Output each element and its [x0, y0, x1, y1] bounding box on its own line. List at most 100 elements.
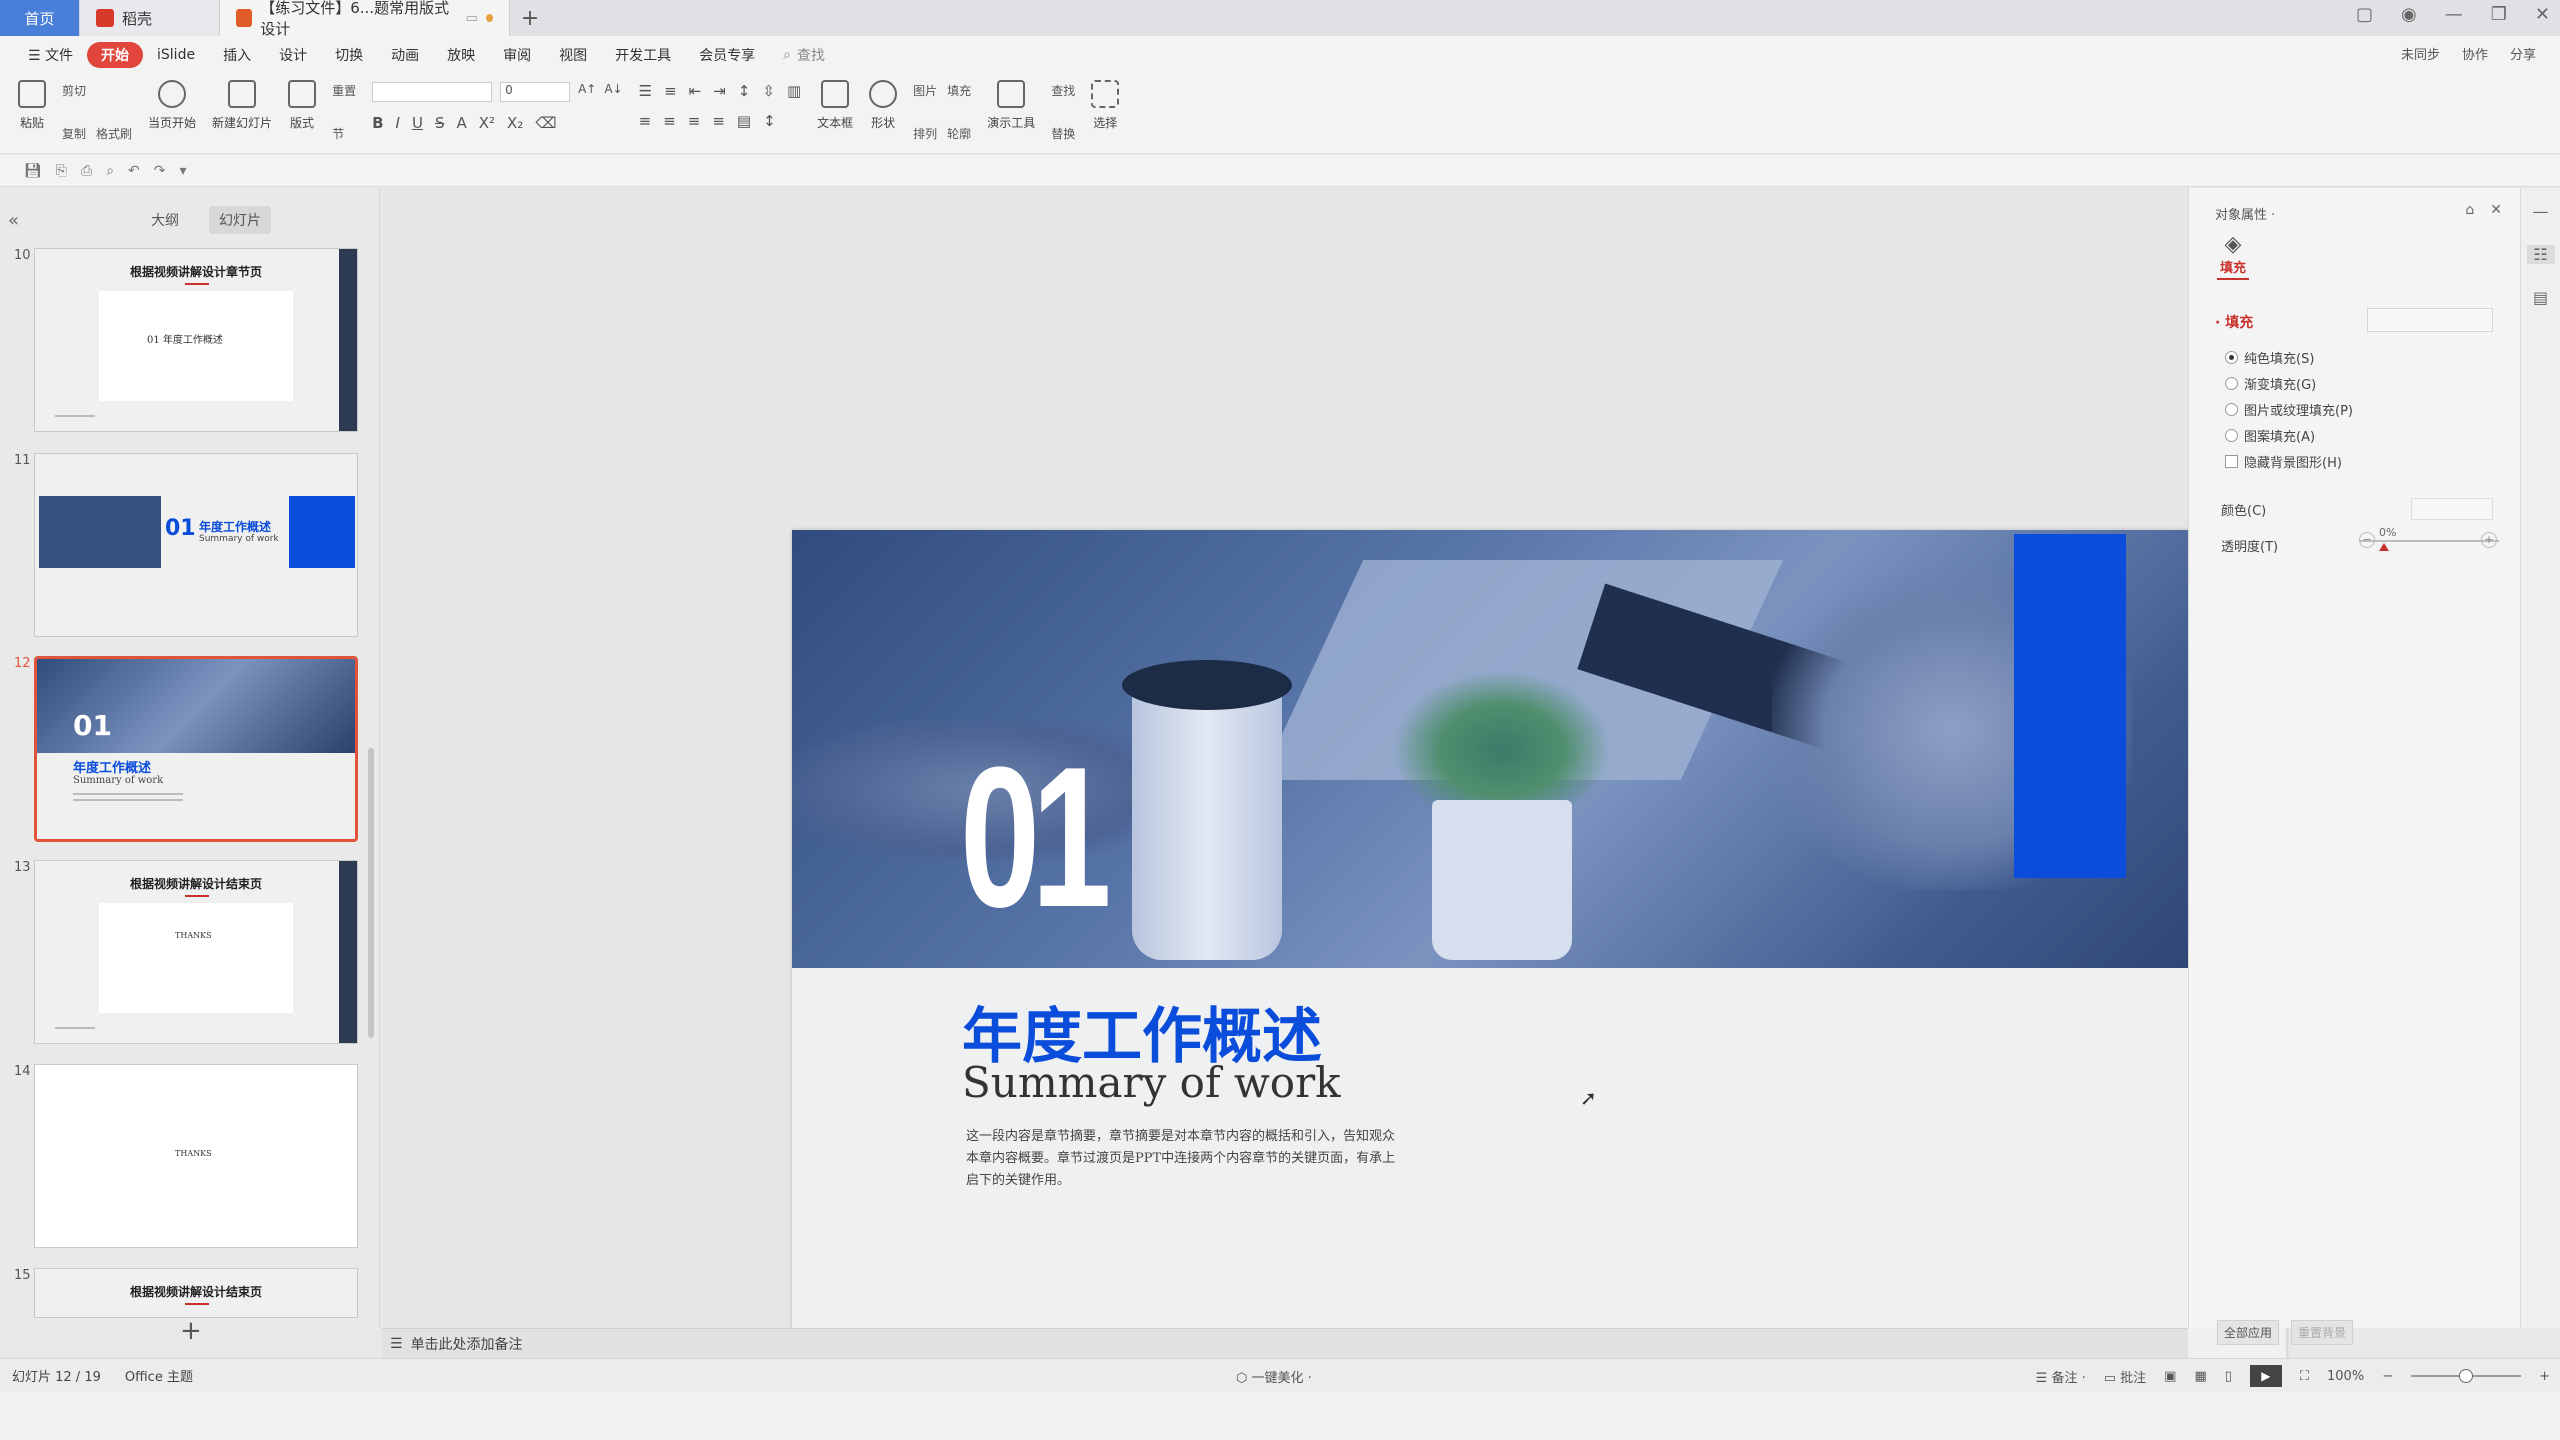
tab-document[interactable]: 【练习文件】6...题常用版式设计 ▭ — [220, 0, 510, 38]
animation-pane-icon[interactable]: ▤ — [2533, 288, 2548, 307]
justify-icon[interactable]: ≡ — [712, 112, 725, 130]
indent-increase-icon[interactable]: ⇥ — [713, 82, 726, 100]
minimize-icon[interactable]: — — [2445, 4, 2463, 25]
arrange-button[interactable]: 排列 — [913, 125, 937, 142]
bullets-icon[interactable]: ☰ — [639, 82, 652, 100]
section-button[interactable]: 节 — [332, 125, 344, 142]
transparency-slider[interactable] — [2359, 540, 2499, 542]
slide-thumbnail-15[interactable]: 根据视频讲解设计结束页 — [34, 1268, 358, 1318]
shape-button[interactable]: 形状 — [861, 74, 905, 153]
hide-bg-option[interactable]: 隐藏背景图形(H) — [2225, 452, 2342, 471]
export-pdf-icon[interactable]: ⎘ — [56, 163, 67, 179]
fill-button[interactable]: 填充 — [947, 82, 971, 99]
find-button[interactable]: 查找 — [1051, 82, 1075, 99]
distribute-icon[interactable]: ▤ — [737, 112, 751, 130]
panel-scrollbar[interactable] — [368, 748, 374, 1038]
align-left-icon[interactable]: ≡ — [639, 112, 652, 130]
new-tab-button[interactable]: + — [510, 0, 550, 36]
layout-button[interactable]: 版式 — [280, 74, 324, 153]
menu-home[interactable]: 开始 — [87, 42, 144, 68]
fit-window-icon[interactable]: ⛶ — [2300, 1369, 2309, 1384]
normal-view-icon[interactable]: ▣ — [2164, 1369, 2176, 1384]
format-painter-button[interactable]: 格式刷 — [96, 125, 132, 142]
solid-fill-option[interactable]: 纯色填充(S) — [2225, 348, 2314, 367]
radio-solid[interactable] — [2225, 351, 2238, 364]
reading-view-icon[interactable]: ▯ — [2225, 1369, 2232, 1384]
numbering-icon[interactable]: ≡ — [664, 82, 677, 100]
menu-file[interactable]: ☰ 文件 — [14, 42, 87, 68]
slide-thumbnail-11[interactable]: 01 年度工作概述 Summary of work — [34, 453, 358, 637]
radio-pattern[interactable] — [2225, 429, 2238, 442]
print-preview-icon[interactable]: ⌕ — [106, 163, 114, 179]
save-icon[interactable]: 💾︎ — [24, 163, 42, 179]
strikethrough-icon[interactable]: S — [435, 114, 445, 132]
theme-name[interactable]: Office 主题 — [125, 1366, 193, 1385]
menu-insert[interactable]: 插入 — [209, 42, 265, 68]
pin-icon[interactable]: ⌂ — [2465, 202, 2474, 218]
print-icon[interactable]: ⎙ — [81, 163, 92, 179]
italic-icon[interactable]: I — [396, 114, 400, 132]
notes-toggle-button[interactable]: ☰ 备注 · — [2036, 1367, 2086, 1386]
hide-bg-checkbox[interactable] — [2225, 455, 2238, 468]
collaborate-button[interactable]: 协作 — [2462, 44, 2488, 63]
menu-transition[interactable]: 切换 — [321, 42, 377, 68]
new-slide-button[interactable]: 新建幻灯片 — [204, 74, 280, 153]
gradient-fill-option[interactable]: 渐变填充(G) — [2225, 374, 2316, 393]
menu-member[interactable]: 会员专享 — [685, 42, 769, 68]
beautify-button[interactable]: ⬡ 一键美化 · — [1236, 1367, 1312, 1386]
menu-islide[interactable]: iSlide — [143, 42, 209, 68]
reset-background-button[interactable]: 重置背景 — [2291, 1320, 2354, 1345]
slide-thumbnail-10[interactable]: 根据视频讲解设计章节页 01 年度工作概述 — [34, 248, 358, 432]
subscript-icon[interactable]: X₂ — [507, 114, 523, 132]
transparency-slider-knob[interactable] — [2379, 543, 2389, 551]
restore-icon[interactable]: ❐ — [2491, 4, 2507, 25]
outline-button[interactable]: 轮廓 — [947, 125, 971, 142]
paste-button[interactable]: 粘贴 — [10, 74, 54, 153]
superscript-icon[interactable]: X² — [479, 114, 495, 132]
monitor-icon[interactable]: ▭ — [465, 11, 477, 26]
columns-icon[interactable]: ▥ — [787, 82, 801, 100]
close-icon[interactable]: ✕ — [2490, 202, 2502, 218]
zoom-in-button[interactable]: + — [2539, 1369, 2550, 1384]
menu-review[interactable]: 审阅 — [489, 42, 545, 68]
tab-slides[interactable]: 幻灯片 — [209, 206, 272, 234]
comments-button[interactable]: ▭ 批注 — [2104, 1367, 2146, 1386]
notes-bar[interactable]: ☰ 单击此处添加备注 — [382, 1328, 2188, 1358]
sync-button[interactable]: 未同步 — [2401, 44, 2440, 63]
avatar[interactable]: ◉ — [2401, 4, 2417, 25]
align-center-icon[interactable]: ≡ — [663, 112, 676, 130]
shrink-font-icon[interactable]: A↓ — [604, 82, 622, 102]
menu-search[interactable]: ⌕ 查找 — [769, 45, 825, 65]
add-slide-button[interactable]: + — [180, 1316, 202, 1346]
menu-view[interactable]: 视图 — [545, 42, 601, 68]
share-button[interactable]: 分享 — [2510, 44, 2536, 63]
tab-fill[interactable]: ◈ 填充 — [2217, 232, 2249, 280]
select-button[interactable]: 选择 — [1083, 74, 1127, 153]
grow-font-icon[interactable]: A↑ — [578, 82, 596, 102]
slide-thumbnail-14[interactable]: THANKS — [34, 1064, 358, 1248]
align-text-icon[interactable]: ⇳ — [762, 82, 775, 100]
menu-slideshow[interactable]: 放映 — [433, 42, 489, 68]
radio-picture[interactable] — [2225, 403, 2238, 416]
zoom-slider[interactable] — [2411, 1369, 2522, 1383]
font-size-select[interactable]: 0 — [500, 82, 571, 102]
customize-icon[interactable]: ▾ — [180, 163, 187, 179]
text-direction-icon[interactable]: ↕ — [738, 82, 751, 100]
slide-section-number[interactable]: 01 — [960, 738, 1112, 938]
offslide-blue-rectangle[interactable] — [2014, 534, 2126, 878]
reset-button[interactable]: 重置 — [332, 82, 356, 99]
zoom-out-button[interactable]: − — [2382, 1369, 2393, 1384]
slide-thumbnail-12[interactable]: 01 年度工作概述 Summary of work — [34, 656, 358, 842]
tab-docer[interactable]: 稻壳 — [80, 0, 220, 36]
redo-icon[interactable]: ↷ — [154, 163, 166, 179]
tab-home[interactable]: 首页 — [0, 0, 80, 36]
slide-body-text[interactable]: 这一段内容是章节摘要，章节摘要是对本章节内容的概括和引入，告知观众本章内容概要。… — [966, 1126, 1406, 1192]
slide-sorter-icon[interactable]: ▦ — [2194, 1369, 2206, 1384]
bold-icon[interactable]: B — [372, 114, 383, 132]
fill-type-dropdown[interactable] — [2367, 308, 2493, 332]
play-from-current-button[interactable]: 当页开始 — [140, 74, 204, 153]
transparency-increase-button[interactable]: + — [2481, 532, 2497, 548]
radio-gradient[interactable] — [2225, 377, 2238, 390]
tile-icon[interactable]: ▢ — [2356, 4, 2373, 25]
replace-button[interactable]: 替换 — [1051, 125, 1075, 142]
